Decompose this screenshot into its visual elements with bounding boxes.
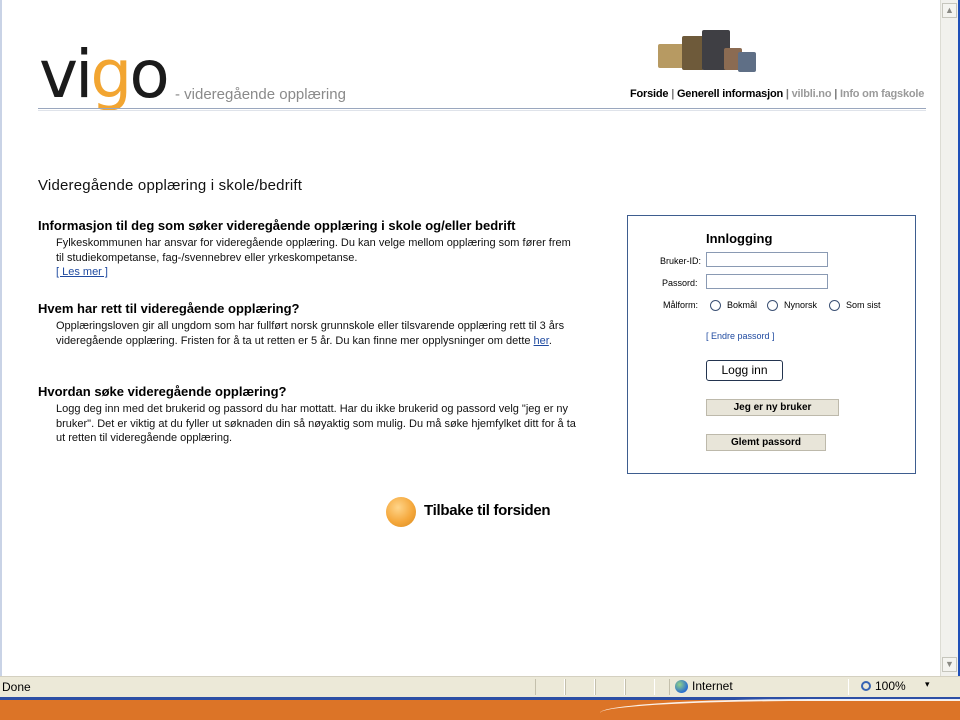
- back-link-label: Tilbake til forsiden: [424, 502, 551, 519]
- login-box: Innlogging Bruker-ID: Passord: Målform: …: [627, 215, 916, 474]
- internet-globe-icon: [675, 680, 688, 693]
- nav-separator: |: [834, 88, 838, 100]
- status-cell: [595, 679, 625, 695]
- radio-som-sist[interactable]: [829, 300, 840, 311]
- section-text: Fylkeskommunen har ansvar for videregåen…: [56, 237, 571, 264]
- login-button[interactable]: Logg inn: [706, 360, 783, 381]
- section-heading: Hvordan søke videregående opplæring?: [38, 384, 287, 399]
- top-navigation: Forside | Generell informasjon | vilbli.…: [630, 88, 924, 100]
- zoom-level[interactable]: 100%: [875, 679, 906, 693]
- band-white-swoosh: [600, 699, 960, 720]
- password-label: Passord:: [662, 278, 698, 288]
- status-cell: [535, 679, 565, 695]
- radio-som-sist-label: Som sist: [846, 300, 881, 310]
- scroll-up-arrow-icon[interactable]: ▲: [942, 3, 957, 18]
- security-zone-label: Internet: [692, 679, 733, 693]
- header-divider: [38, 108, 926, 109]
- forgot-password-button[interactable]: Glemt passord: [706, 434, 826, 451]
- radio-bokmal[interactable]: [710, 300, 721, 311]
- section-text-end: .: [548, 334, 552, 347]
- language-label: Målform:: [663, 300, 699, 310]
- status-cell: [625, 679, 655, 695]
- status-bar: Done Internet 100% ▾: [0, 676, 960, 697]
- section-rights: Hvem har rett til videregående opplæring…: [38, 301, 578, 348]
- change-password-link[interactable]: [ Endre passord ]: [706, 331, 775, 341]
- nav-fagskole[interactable]: Info om fagskole: [840, 88, 924, 100]
- logo-subtitle: - videregående opplæring: [175, 86, 346, 103]
- nav-forside[interactable]: Forside: [630, 88, 669, 100]
- orange-ball-icon: [386, 497, 416, 527]
- login-title: Innlogging: [706, 231, 773, 246]
- page-title: Videregående opplæring i skole/bedrift: [38, 177, 303, 194]
- nav-separator: |: [671, 88, 675, 100]
- browser-viewport: vigo - videregående opplæring Forside | …: [0, 0, 940, 676]
- section-text: Opplæringsloven gir all ungdom som har f…: [56, 319, 578, 348]
- zoom-dropdown-icon[interactable]: ▾: [925, 679, 930, 690]
- bottom-decorative-band: [0, 697, 960, 720]
- password-input[interactable]: [706, 274, 828, 289]
- logo-text-g: g: [90, 36, 132, 113]
- logo-text-start: vi: [39, 36, 93, 113]
- logo-text-end: o: [129, 36, 169, 113]
- section-heading: Hvem har rett til videregående opplæring…: [38, 301, 300, 316]
- status-cell: [565, 679, 595, 695]
- vertical-scrollbar[interactable]: ▲ ▼: [940, 0, 959, 676]
- here-link[interactable]: her: [534, 335, 549, 347]
- section-heading: Informasjon til deg som søker videregåen…: [38, 218, 516, 233]
- section-text-body: Opplæringsloven gir all ungdom som har f…: [56, 320, 565, 347]
- vigo-logo[interactable]: vigo: [39, 42, 170, 108]
- section-how-to-apply: Hvordan søke videregående opplæring? Log…: [38, 384, 578, 446]
- header-divider-shadow: [38, 110, 926, 111]
- section-text: Logg deg inn med det brukerid og passord…: [56, 403, 576, 444]
- header-photo-collage: [658, 30, 758, 82]
- photo-5: [738, 52, 756, 72]
- nav-vilbli[interactable]: vilbli.no: [792, 88, 832, 100]
- user-id-input[interactable]: [706, 252, 828, 267]
- radio-nynorsk-label: Nynorsk: [784, 300, 818, 310]
- nav-generell-informasjon[interactable]: Generell informasjon: [677, 88, 783, 100]
- zoom-magnifier-icon[interactable]: [861, 681, 871, 691]
- radio-bokmal-label: Bokmål: [727, 300, 758, 310]
- section-information: Informasjon til deg som søker videregåen…: [38, 218, 578, 278]
- user-id-label: Bruker-ID:: [660, 256, 702, 266]
- photo-2: [682, 36, 704, 70]
- nav-separator: |: [785, 88, 789, 100]
- status-text: Done: [2, 680, 31, 694]
- new-user-button[interactable]: Jeg er ny bruker: [706, 399, 839, 416]
- scroll-down-arrow-icon[interactable]: ▼: [942, 657, 957, 672]
- read-more-link[interactable]: [ Les mer ]: [56, 266, 578, 278]
- radio-nynorsk[interactable]: [767, 300, 778, 311]
